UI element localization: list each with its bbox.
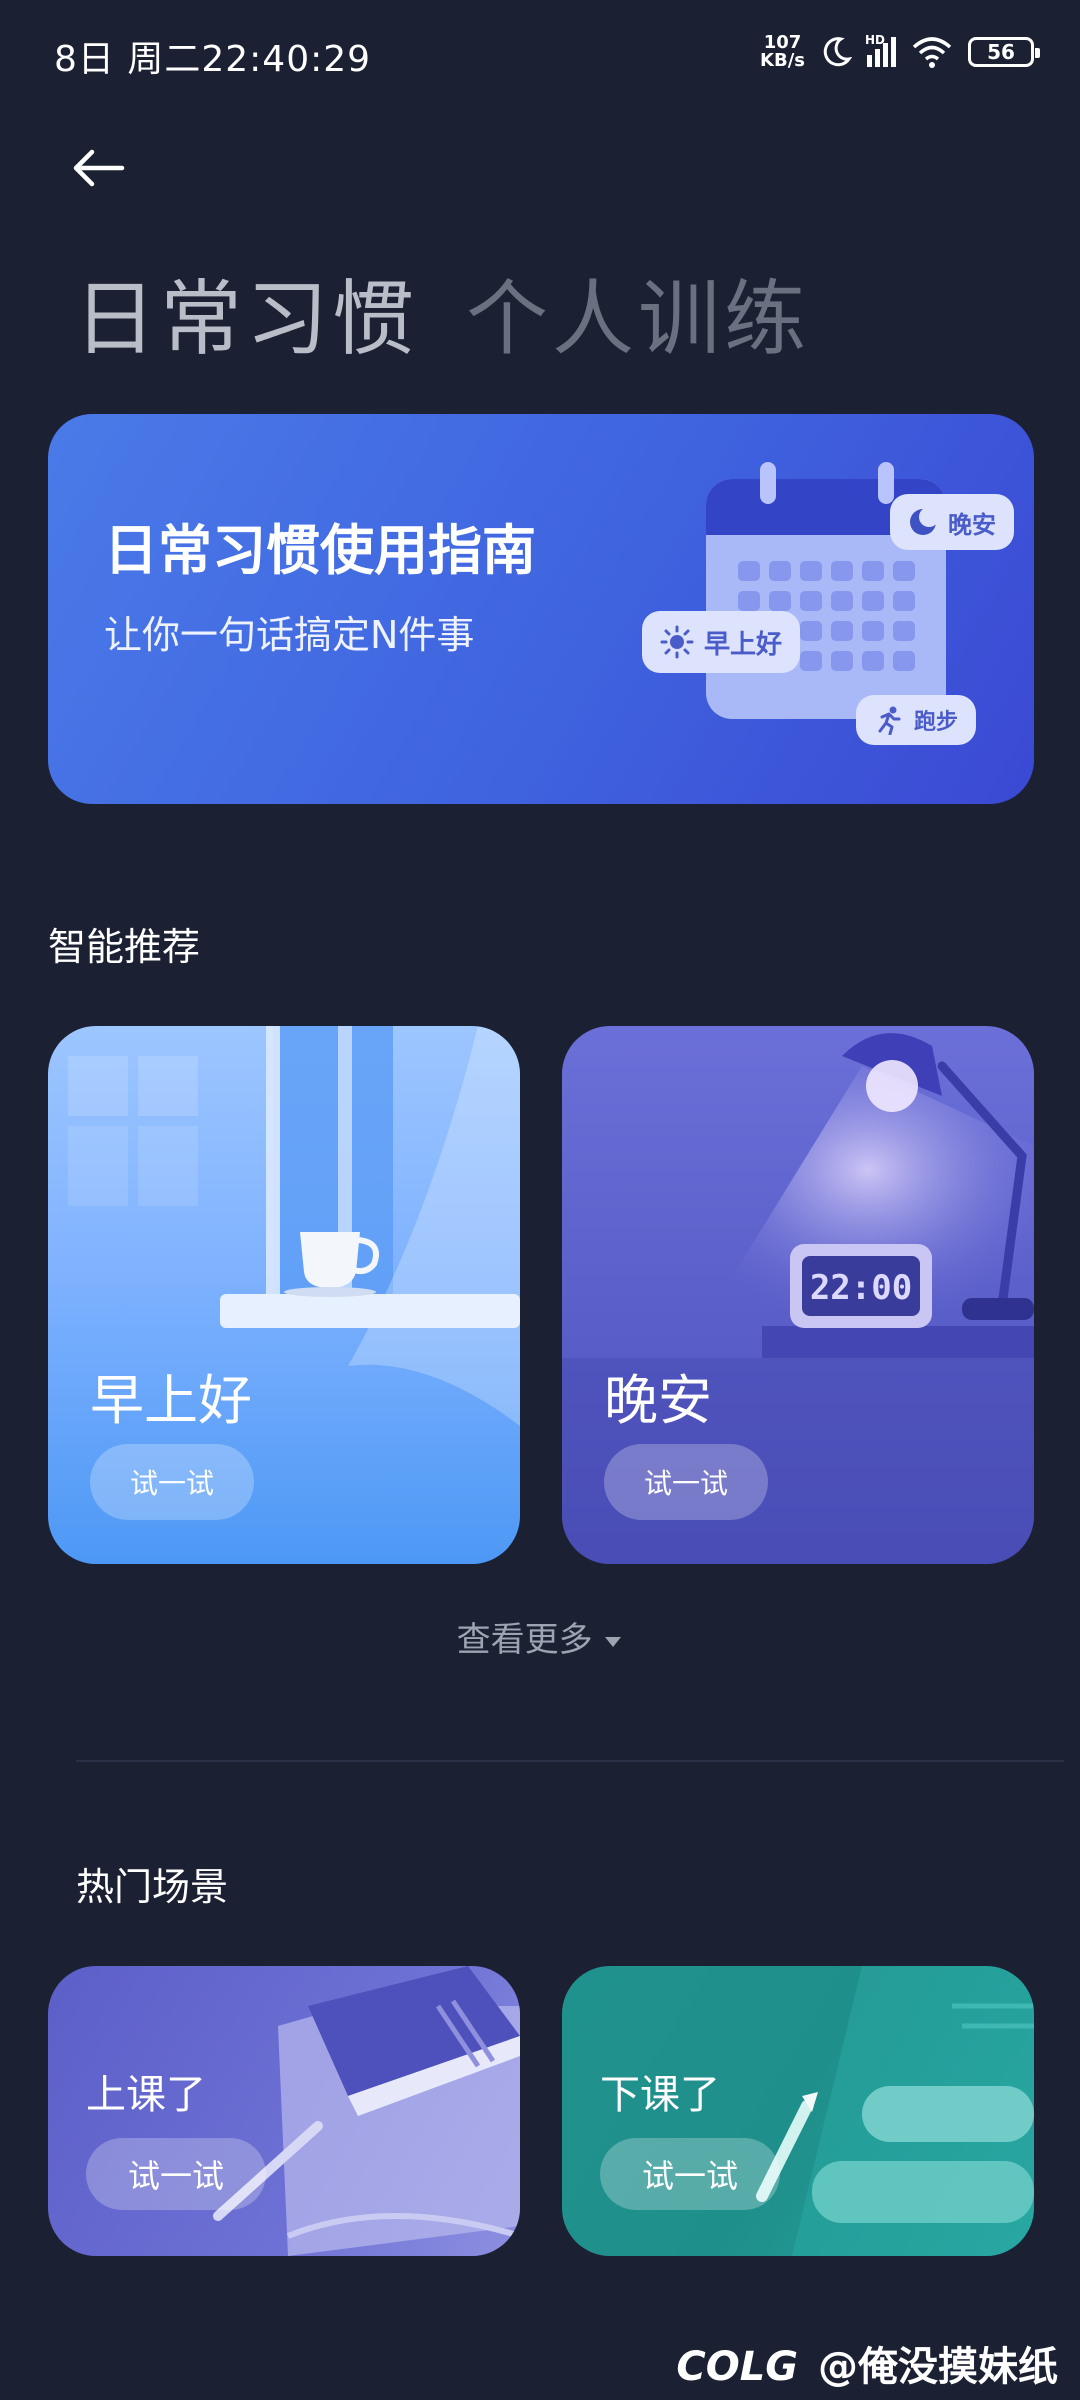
tab-bar: 日常习惯 个人训练 <box>74 252 810 371</box>
section-title-smart-recommend: 智能推荐 <box>48 925 201 969</box>
calendar-ring <box>760 462 776 504</box>
try-button[interactable]: 试一试 <box>600 2138 780 2210</box>
running-icon <box>878 706 901 735</box>
view-more-link[interactable]: 查看更多 <box>0 1612 1080 1661</box>
section-title-hot-scenes: 热门场景 <box>76 1865 229 1909</box>
back-arrow-icon <box>73 149 125 187</box>
try-button[interactable]: 试一试 <box>90 1444 254 1520</box>
wifi-icon <box>912 37 952 68</box>
status-time: 8日 周二22:40:29 <box>54 39 372 80</box>
divider <box>76 1760 1064 1762</box>
tab-daily-habits[interactable]: 日常习惯 <box>74 252 418 371</box>
clock-display: 22:00 <box>810 1268 912 1308</box>
chip-running: 跑步 <box>856 695 977 745</box>
guide-banner[interactable]: 日常习惯使用指南 让你一句话搞定N件事 晚安 早上好 跑步 <box>48 414 1034 804</box>
card-label: 晚安 <box>604 1369 712 1432</box>
battery-icon: 56 <box>968 37 1040 67</box>
moon-icon <box>823 37 853 67</box>
card-good-morning[interactable]: 早上好 试一试 <box>48 1026 520 1564</box>
tab-personal-training[interactable]: 个人训练 <box>466 252 810 371</box>
card-class-start[interactable]: 上课了 试一试 <box>48 1966 520 2256</box>
moon-icon <box>910 507 938 535</box>
card-class-end[interactable]: 下课了 试一试 <box>562 1966 1034 2256</box>
chip-good-night: 晚安 <box>890 494 1014 550</box>
try-button[interactable]: 试一试 <box>86 2138 266 2210</box>
try-button[interactable]: 试一试 <box>604 1444 768 1520</box>
card-label: 早上好 <box>90 1369 252 1432</box>
signal-icon: HD <box>865 33 896 67</box>
calendar-ring <box>878 462 894 504</box>
caret-down-icon <box>605 1636 622 1647</box>
watermark-text: @俺没摸妹纸 <box>818 2344 1058 2390</box>
back-button[interactable] <box>70 138 140 198</box>
watermark: COLG @俺没摸妹纸 <box>676 2334 1058 2392</box>
status-icons: 107 KB/s HD 56 <box>760 32 1040 71</box>
sun-icon <box>660 625 694 659</box>
card-good-night[interactable]: 22:00 晚安 试一试 <box>562 1026 1034 1564</box>
network-speed: 107 KB/s <box>760 32 805 71</box>
chip-good-morning: 早上好 <box>642 611 801 673</box>
guide-title: 日常习惯使用指南 <box>104 519 536 582</box>
card-label: 上课了 <box>86 2072 206 2118</box>
card-label: 下课了 <box>600 2072 720 2118</box>
guide-subtitle: 让你一句话搞定N件事 <box>104 613 475 657</box>
watermark-logo: COLG <box>676 2344 799 2390</box>
